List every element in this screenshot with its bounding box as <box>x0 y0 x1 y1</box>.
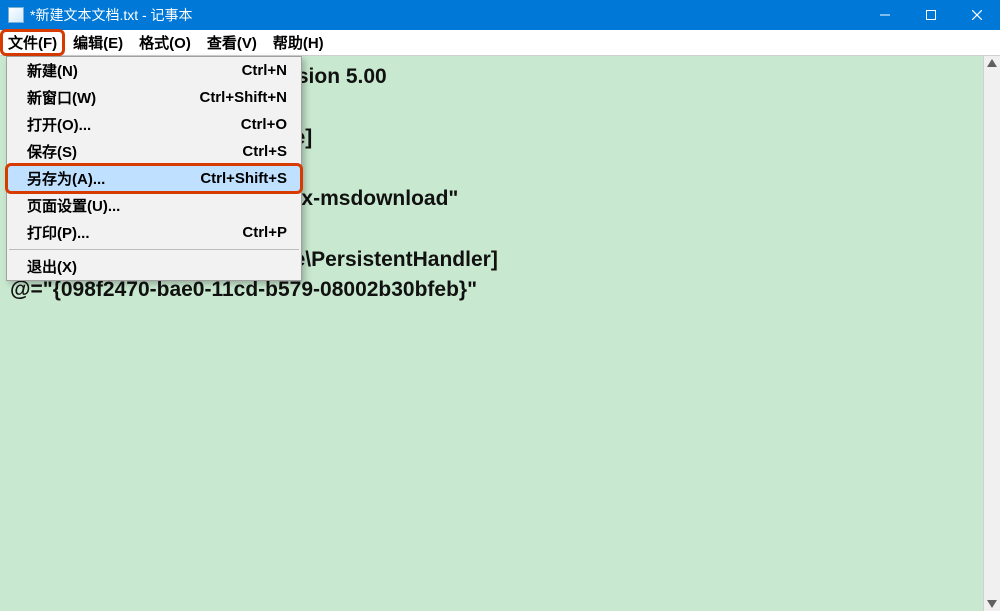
menu-item-label: 新建(N) <box>27 60 242 81</box>
menu-separator <box>9 249 299 250</box>
menu-view[interactable]: 查看(V) <box>199 30 265 55</box>
menu-item-shortcut: Ctrl+Shift+N <box>199 89 287 106</box>
file-menu-item-新建n[interactable]: 新建(N)Ctrl+N <box>7 57 301 84</box>
menu-file[interactable]: 文件(F) <box>0 29 65 56</box>
notepad-app-icon <box>8 7 24 23</box>
menu-item-label: 页面设置(U)... <box>27 195 287 216</box>
menubar: 文件(F)编辑(E)格式(O)查看(V)帮助(H) <box>0 30 1000 56</box>
file-menu-item-退出x[interactable]: 退出(X) <box>7 253 301 280</box>
window-title: *新建文本文档.txt - 记事本 <box>30 5 862 25</box>
notepad-window: *新建文本文档.txt - 记事本 文件(F)编辑(E)格式(O)查看(V)帮助… <box>0 0 1000 611</box>
menu-format[interactable]: 格式(O) <box>131 30 199 55</box>
menu-item-shortcut: Ctrl+Shift+S <box>200 170 287 187</box>
file-menu-item-打印p[interactable]: 打印(P)...Ctrl+P <box>7 219 301 246</box>
close-icon <box>972 10 982 20</box>
file-menu-item-页面设置u[interactable]: 页面设置(U)... <box>7 192 301 219</box>
maximize-button[interactable] <box>908 0 954 30</box>
file-menu-item-另存为a[interactable]: 另存为(A)...Ctrl+Shift+S <box>7 165 301 192</box>
titlebar: *新建文本文档.txt - 记事本 <box>0 0 1000 30</box>
menu-item-label: 另存为(A)... <box>27 168 200 189</box>
menu-edit[interactable]: 编辑(E) <box>65 30 131 55</box>
menu-item-label: 打开(O)... <box>27 114 241 135</box>
file-menu-item-打开o[interactable]: 打开(O)...Ctrl+O <box>7 111 301 138</box>
file-menu-dropdown: 新建(N)Ctrl+N新窗口(W)Ctrl+Shift+N打开(O)...Ctr… <box>6 56 302 281</box>
menu-item-label: 保存(S) <box>27 141 242 162</box>
minimize-button[interactable] <box>862 0 908 30</box>
close-button[interactable] <box>954 0 1000 30</box>
vertical-scrollbar[interactable] <box>983 56 1000 611</box>
menu-item-label: 退出(X) <box>27 256 287 277</box>
menu-help[interactable]: 帮助(H) <box>265 30 332 55</box>
minimize-icon <box>880 10 890 20</box>
menu-item-label: 打印(P)... <box>27 222 242 243</box>
maximize-icon <box>926 10 936 20</box>
menu-item-shortcut: Ctrl+O <box>241 116 287 133</box>
menu-item-shortcut: Ctrl+N <box>242 62 287 79</box>
file-menu-item-保存s[interactable]: 保存(S)Ctrl+S <box>7 138 301 165</box>
menu-item-label: 新窗口(W) <box>27 87 199 108</box>
menu-item-shortcut: Ctrl+P <box>242 224 287 241</box>
window-controls <box>862 0 1000 30</box>
file-menu-item-新窗口w[interactable]: 新窗口(W)Ctrl+Shift+N <box>7 84 301 111</box>
menu-item-shortcut: Ctrl+S <box>242 143 287 160</box>
